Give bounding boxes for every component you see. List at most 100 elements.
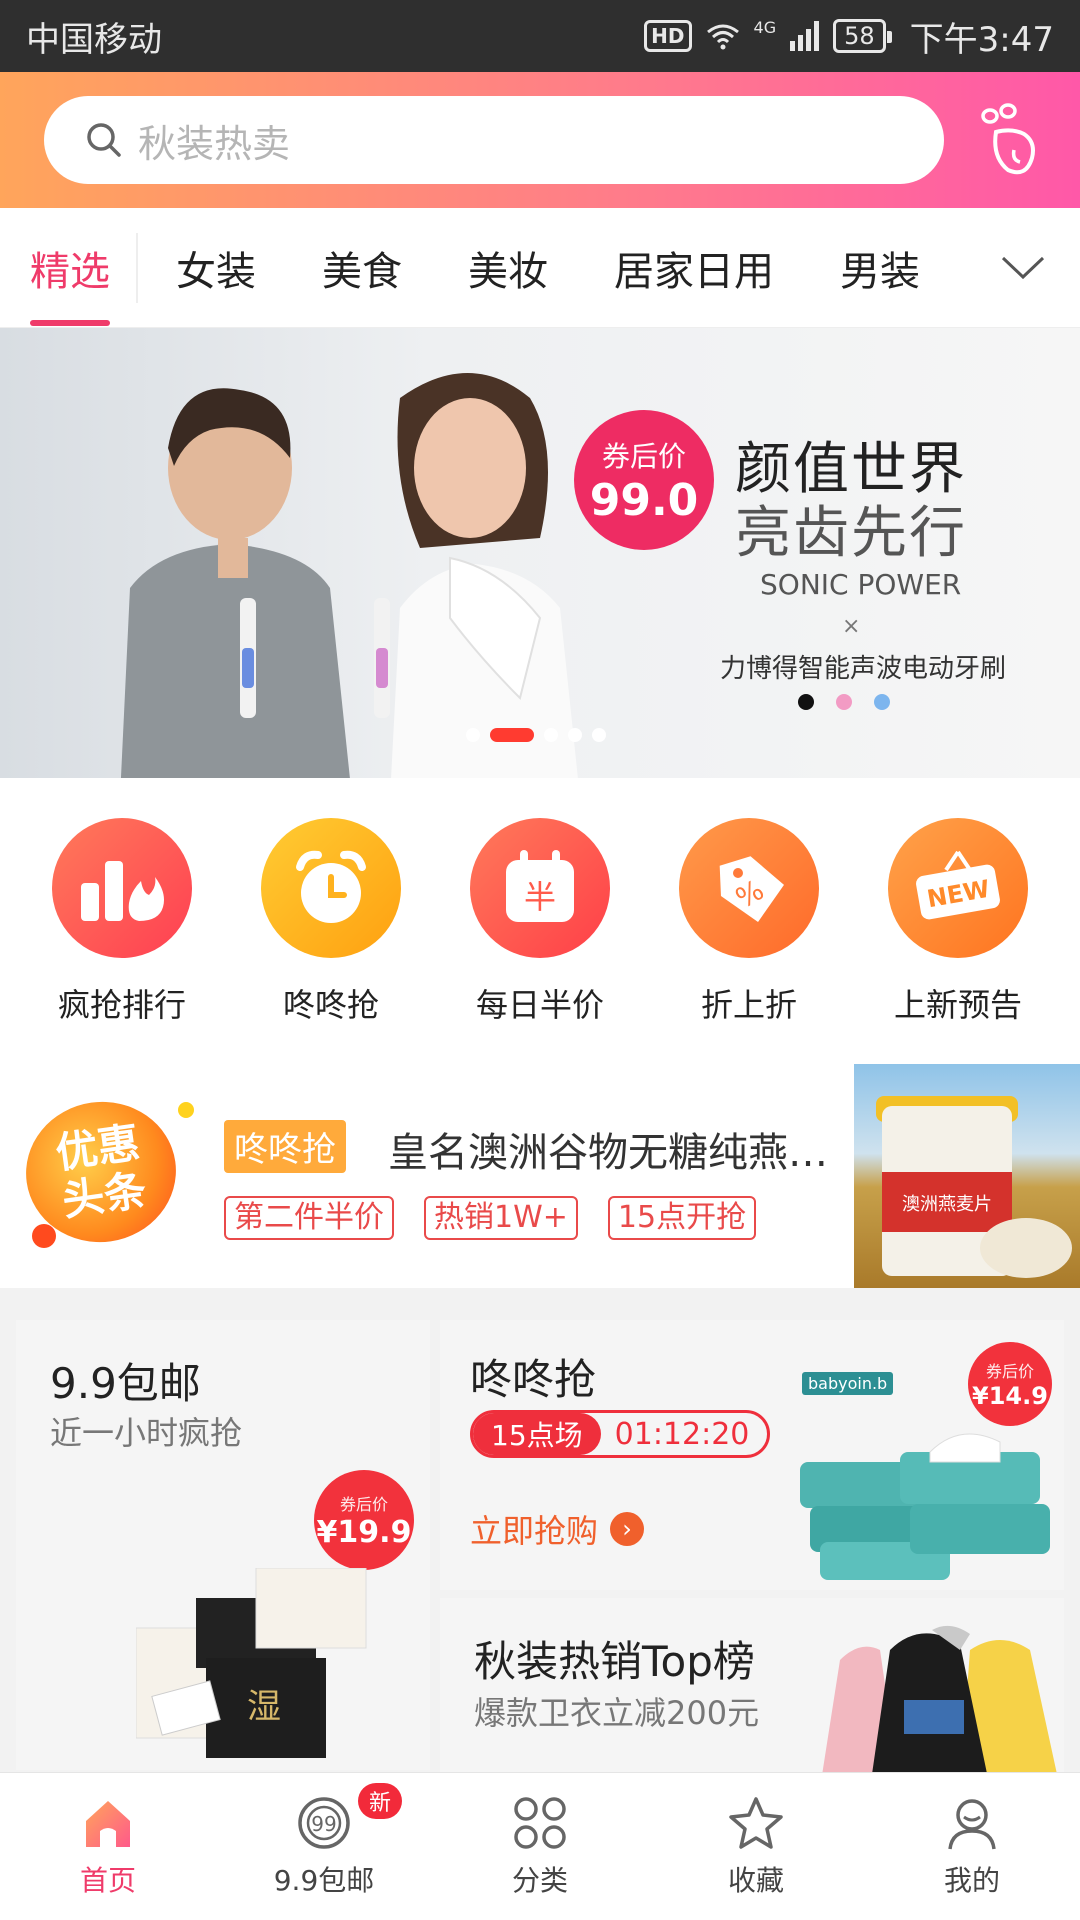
category-tabs: 精选 女装 美食 美妆 居家日用 男装 [0, 208, 1080, 328]
tab-divider [136, 232, 138, 303]
search-bar[interactable]: 秋装热卖 [44, 96, 944, 184]
quick-entry-flash-sale[interactable]: 咚咚抢 [231, 818, 431, 1040]
tab-featured[interactable]: 精选 [30, 208, 110, 328]
card-flash-sale[interactable]: 咚咚抢 15点场 01:12:20 立即抢购 › babyoin.b 券后价 ¥… [440, 1320, 1064, 1590]
quick-entry-extra-discount[interactable]: % 折上折 [649, 818, 849, 1040]
session-label: 15点场 [473, 1413, 601, 1455]
promo-banner[interactable]: 券后价 99.0 颜值世界 亮齿先行 SONIC POWER × 力博得智能声波… [0, 328, 1080, 778]
oatmeal-product-image: 澳洲燕麦片 [854, 1064, 1080, 1288]
buy-now-link[interactable]: 立即抢购 › [470, 1506, 645, 1552]
new-badge: 新 [358, 1783, 402, 1819]
tab-food[interactable]: 美食 [322, 208, 402, 328]
banner-color-dots [798, 694, 890, 710]
price-tag-label: 券后价 [339, 1494, 388, 1514]
banner-man-image [120, 388, 350, 778]
calendar-yen-icon: 半 [470, 818, 610, 958]
quick-entry-label: 折上折 [700, 986, 797, 1024]
nav-label: 9.9包邮 [273, 1864, 375, 1897]
nav-home[interactable]: 首页 [0, 1773, 216, 1920]
brand-badge: babyoin.b [802, 1372, 894, 1395]
badge-decoration [178, 1102, 194, 1118]
promo-headline[interactable]: 优惠 头条 咚咚抢 皇名澳洲谷物无糖纯燕麦片 第二件半价 热销1W+ 15点开抢… [0, 1040, 1080, 1288]
hd-indicator: HD [644, 20, 692, 52]
chip-hot-sales: 热销1W+ [424, 1196, 578, 1240]
new-sign-icon: NEW [888, 818, 1028, 958]
price-tag-value: ¥19.9 [316, 1514, 412, 1550]
tab-mens-clothing[interactable]: 男装 [840, 208, 920, 328]
flash-sale-timer: 15点场 01:12:20 [470, 1410, 771, 1458]
card-subtitle: 爆款卫衣立减200元 [474, 1694, 760, 1732]
coupon-price-label: 券后价 [601, 439, 686, 473]
quick-entry-hot-ranking[interactable]: 疯抢排行 [22, 818, 222, 1040]
status-bar: 中国移动 HD 4G 58 下午3:47 [0, 0, 1080, 72]
bottom-navigation: 首页 99 9.9包邮 新 分类 收藏 我的 [0, 1772, 1080, 1920]
chip-second-half-price: 第二件半价 [224, 1196, 394, 1240]
tab-womens-clothing[interactable]: 女装 [176, 208, 256, 328]
oat-bowl [980, 1218, 1072, 1278]
tab-home-goods[interactable]: 居家日用 [614, 208, 774, 328]
carrier-name: 中国移动 [26, 19, 162, 60]
nav-favorites[interactable]: 收藏 [648, 1773, 864, 1920]
svg-text:湿: 湿 [247, 1687, 281, 1727]
chevron-right-icon: › [610, 1512, 645, 1546]
card-title: 咚咚抢 [470, 1355, 597, 1404]
coupon-price-value: 99.0 [589, 474, 699, 526]
card-nine-nine-free-shipping[interactable]: 9.9包邮 近一小时疯抢 券后价 ¥19.9 湿 [16, 1320, 430, 1770]
quick-entry-label: 咚咚抢 [282, 986, 379, 1024]
network-type: 4G [753, 17, 777, 37]
banner-woman-image [374, 373, 578, 778]
nav-label: 首页 [79, 1864, 136, 1897]
coupon-price-bubble: 券后价 99.0 [574, 410, 714, 550]
nav-profile[interactable]: 我的 [864, 1773, 1080, 1920]
svg-text:半: 半 [524, 878, 556, 916]
buy-now-label: 立即抢购 [470, 1512, 599, 1550]
banner-pager[interactable] [466, 728, 606, 742]
tab-beauty[interactable]: 美妆 [468, 208, 548, 328]
hot-ranking-icon [52, 818, 192, 958]
nav-nine-nine[interactable]: 99 9.9包邮 新 [216, 1773, 432, 1920]
header: 秋装热卖 [0, 72, 1080, 208]
chevron-down-icon[interactable] [1000, 255, 1046, 281]
flash-sale-tag: 咚咚抢 [224, 1120, 346, 1173]
quick-entry-label: 每日半价 [475, 986, 604, 1024]
search-placeholder: 秋装热卖 [138, 121, 291, 166]
nav-label: 收藏 [727, 1864, 784, 1897]
quick-entry-label: 疯抢排行 [57, 986, 186, 1024]
banner-subtitle: 亮齿先行 [735, 501, 967, 566]
nav-category[interactable]: 分类 [432, 1773, 648, 1920]
promo-chips: 第二件半价 热销1W+ 15点开抢 [224, 1196, 757, 1240]
clock: 下午3:47 [909, 19, 1054, 60]
card-title: 9.9包邮 [50, 1359, 201, 1408]
card-title: 秋装热销Top榜 [474, 1637, 755, 1686]
jar-label: 澳洲燕麦片 [882, 1172, 1012, 1232]
card-subtitle: 近一小时疯抢 [50, 1414, 243, 1452]
quick-entry-label: 上新预告 [893, 986, 1022, 1024]
badge-line-2: 头条 [59, 1165, 150, 1226]
card-price-tag: 券后价 ¥19.9 [314, 1470, 414, 1570]
card-autumn-top-list[interactable]: 秋装热销Top榜 爆款卫衣立减200元 [440, 1598, 1064, 1788]
quick-entry-row: 疯抢排行 咚咚抢 半 每日半价 % 折上折 NEW 上新预告 [0, 778, 1080, 1040]
quick-entry-half-price[interactable]: 半 每日半价 [440, 818, 640, 1040]
tissue-product-image: 湿 [136, 1568, 367, 1758]
profile-icon [948, 1799, 996, 1850]
search-icon [87, 123, 121, 157]
price-tag-value: ¥14.9 [972, 1382, 1048, 1410]
discount-tag-icon: % [679, 818, 819, 958]
promo-headline-title: 皇名澳洲谷物无糖纯燕麦片 [388, 1130, 848, 1176]
price-tag-label: 券后价 [985, 1362, 1034, 1381]
wipes-product-image [800, 1433, 1050, 1580]
battery-indicator: 58 [833, 19, 892, 53]
chip-start-time: 15点开抢 [607, 1196, 757, 1240]
star-icon [729, 1797, 783, 1849]
banner-product-line: 力博得智能声波电动牙刷 [720, 654, 1007, 684]
hoodies-product-image [820, 1625, 1060, 1788]
nine-nine-icon: 99 [298, 1797, 350, 1849]
countdown: 01:12:20 [614, 1416, 750, 1452]
banner-tagline: SONIC POWER [760, 568, 962, 601]
footprint-icon[interactable] [974, 102, 1044, 178]
quick-entry-new-arrivals[interactable]: NEW 上新预告 [858, 818, 1058, 1040]
badge-decoration [32, 1224, 56, 1248]
category-icon [514, 1797, 566, 1849]
svg-text:99: 99 [311, 1812, 336, 1836]
alarm-clock-icon [261, 818, 401, 958]
